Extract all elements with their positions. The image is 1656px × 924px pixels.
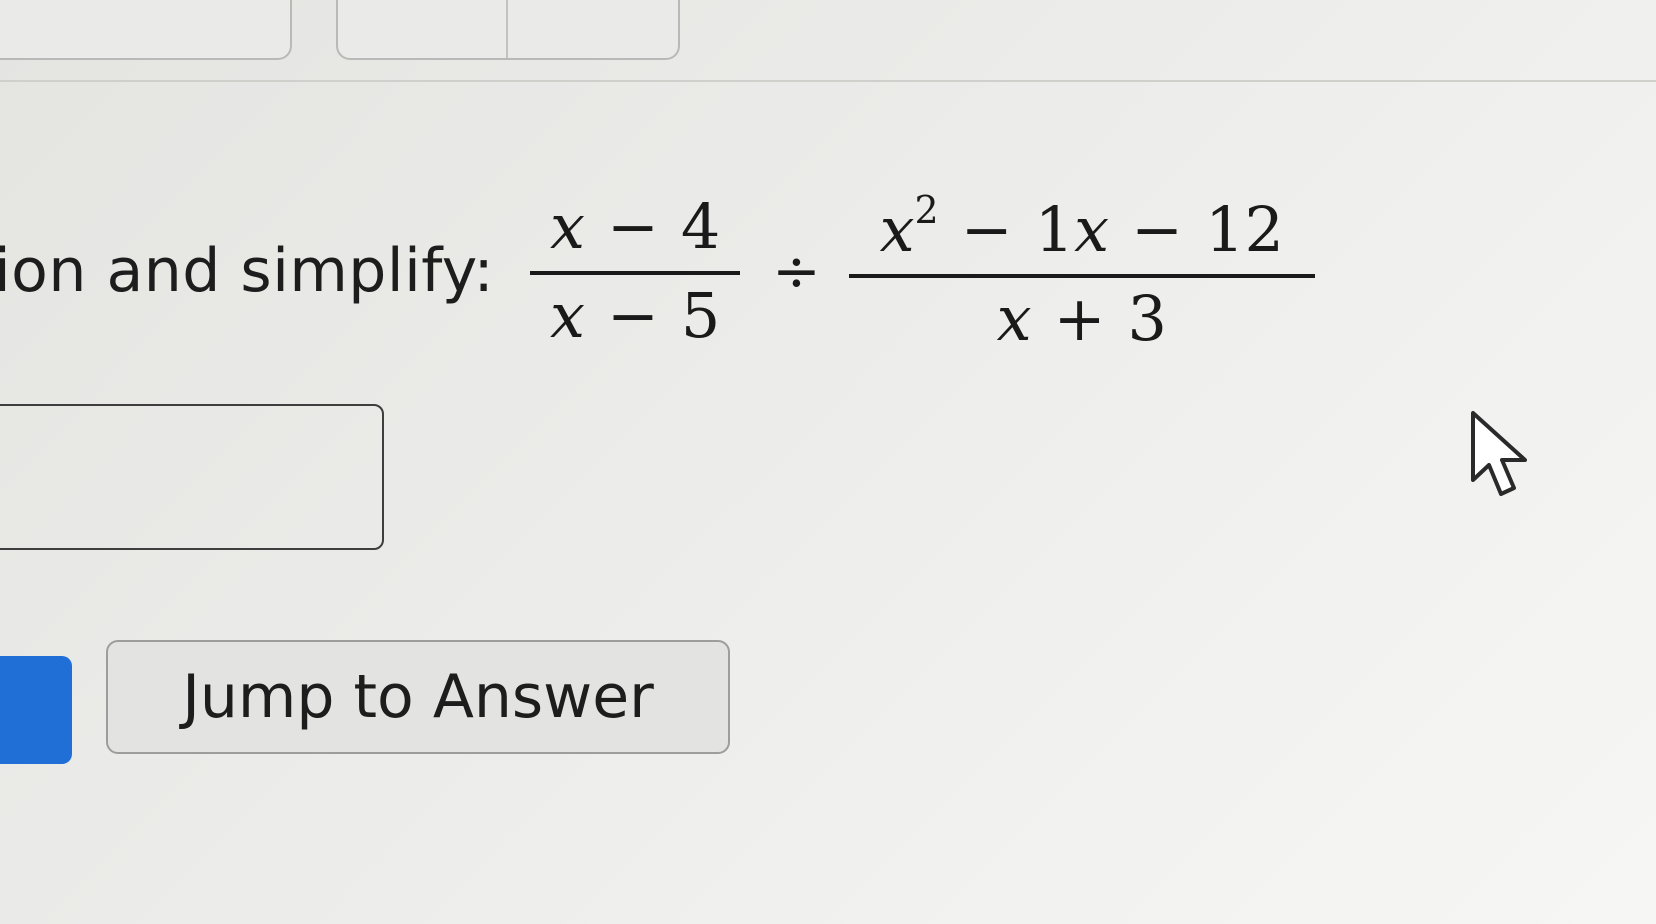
fraction-2-numerator: x2−1x −12 bbox=[870, 188, 1294, 266]
variable: x bbox=[879, 192, 915, 266]
coefficient: 1 bbox=[1034, 192, 1075, 266]
fraction-1-numerator: x −4 bbox=[540, 190, 730, 263]
fraction-1: x −4 x −5 bbox=[530, 190, 741, 352]
divider bbox=[0, 80, 1656, 82]
answer-input[interactable] bbox=[0, 404, 384, 550]
top-tab[interactable] bbox=[0, 0, 292, 60]
operator: − bbox=[606, 190, 659, 263]
exponent: 2 bbox=[914, 187, 939, 232]
operator: − bbox=[606, 279, 659, 352]
constant: 5 bbox=[680, 279, 721, 352]
fraction-bar bbox=[848, 273, 1315, 278]
divide-sign: ÷ bbox=[772, 237, 821, 305]
variable: x bbox=[996, 281, 1032, 355]
fraction-1-denominator: x −5 bbox=[540, 279, 730, 352]
variable: x bbox=[1074, 192, 1110, 266]
top-tab-group[interactable] bbox=[336, 0, 680, 60]
operator: − bbox=[960, 192, 1013, 266]
tab-divider bbox=[506, 0, 508, 58]
question-row: ion and simplify: x −4 x −5 ÷ x2−1x −12 x +3 bbox=[0, 166, 1315, 376]
jump-to-answer-button[interactable]: Jump to Answer bbox=[106, 640, 730, 754]
variable: x bbox=[549, 279, 585, 352]
fraction-2: x2−1x −12 x +3 bbox=[848, 188, 1315, 355]
fraction-2-denominator: x +3 bbox=[987, 282, 1177, 355]
constant: 3 bbox=[1127, 281, 1167, 355]
mouse-pointer-icon bbox=[1471, 411, 1527, 496]
question-prompt: ion and simplify: bbox=[0, 236, 495, 306]
variable: x bbox=[549, 190, 585, 263]
operator: − bbox=[1131, 192, 1184, 266]
operator: + bbox=[1053, 281, 1106, 355]
constant: 12 bbox=[1205, 192, 1284, 266]
fraction-bar bbox=[530, 271, 741, 275]
constant: 4 bbox=[680, 190, 721, 263]
primary-button[interactable] bbox=[0, 656, 72, 764]
top-tab-bar bbox=[0, 0, 1656, 90]
